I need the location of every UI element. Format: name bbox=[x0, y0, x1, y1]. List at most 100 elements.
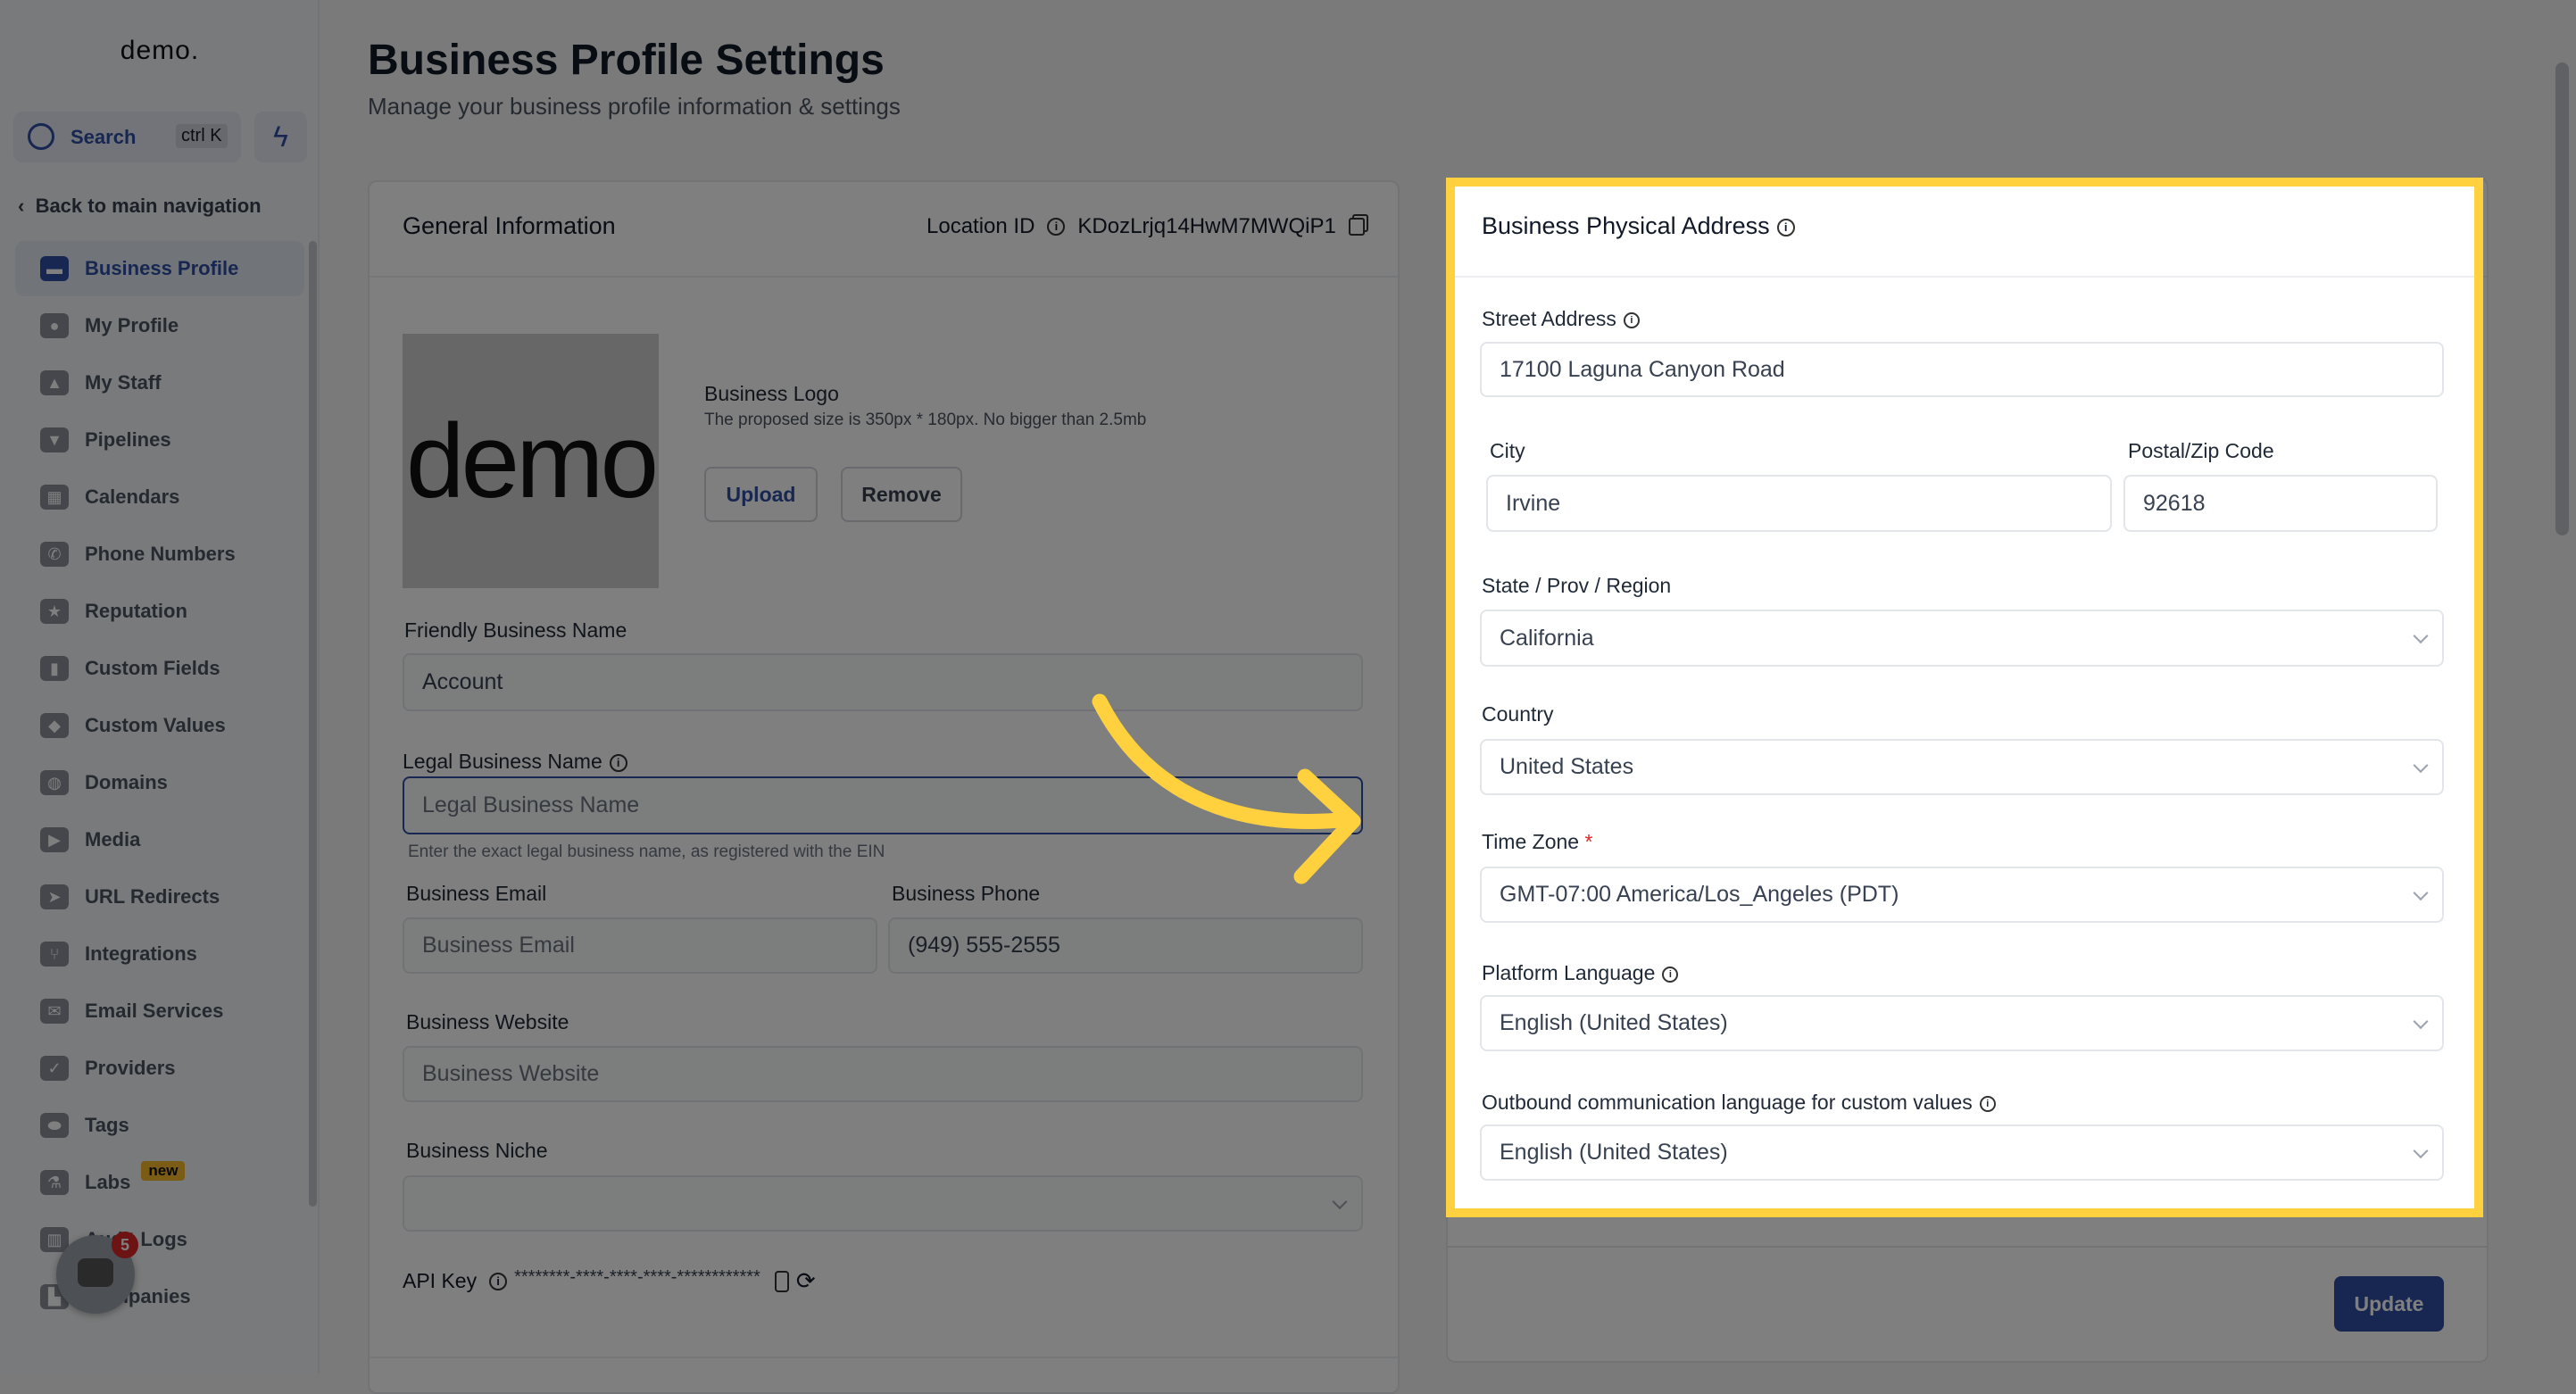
required-marker: * bbox=[1584, 830, 1593, 853]
sidebar-item-media[interactable]: ▶ Media bbox=[15, 812, 304, 867]
quick-actions-button[interactable]: ϟ bbox=[254, 112, 307, 162]
user-circle-icon: ● bbox=[40, 313, 69, 338]
chat-widget-button[interactable]: 5 bbox=[56, 1232, 138, 1314]
info-icon[interactable]: i bbox=[1662, 966, 1679, 983]
outbound-language-select[interactable]: English (United States) bbox=[1480, 1124, 2444, 1181]
api-key-row: API Key i ********-****-****-****-******… bbox=[403, 1267, 816, 1295]
sidebar-item-email-services[interactable]: ✉ Email Services bbox=[15, 983, 304, 1039]
copy-icon[interactable] bbox=[1348, 218, 1365, 236]
state-label: State / Prov / Region bbox=[1482, 574, 1672, 597]
lightning-icon: ϟ bbox=[273, 120, 288, 153]
tag-icon: ⬬ bbox=[40, 1113, 69, 1138]
timezone-select[interactable]: GMT-07:00 America/Los_Angeles (PDT) bbox=[1480, 867, 2444, 923]
sidebar-item-label: Phone Numbers bbox=[85, 543, 236, 565]
sidebar-item-custom-values[interactable]: ◆ Custom Values bbox=[15, 698, 304, 753]
page-title: Business Profile Settings bbox=[368, 37, 885, 84]
sidebar-item-providers[interactable]: ✓ Providers bbox=[15, 1041, 304, 1096]
info-icon[interactable]: i bbox=[1623, 311, 1640, 328]
zip-input[interactable]: 92618 bbox=[2123, 475, 2438, 532]
zip-label: Postal/Zip Code bbox=[2128, 439, 2274, 462]
info-icon[interactable]: i bbox=[1047, 218, 1066, 236]
back-to-main-navigation[interactable]: ‹ Back to main navigation bbox=[18, 195, 262, 218]
sidebar-item-url-redirects[interactable]: ➤ URL Redirects bbox=[15, 869, 304, 925]
logo-image-text: demo bbox=[405, 402, 659, 520]
business-logo-hint: The proposed size is 350px * 180px. No b… bbox=[704, 411, 1147, 429]
sidebar-item-reputation[interactable]: ★ Reputation bbox=[15, 584, 304, 639]
sidebar-item-label: Domains bbox=[85, 771, 168, 793]
sidebar-item-tags[interactable]: ⬬ Tags bbox=[15, 1098, 304, 1153]
country-select[interactable]: United States bbox=[1480, 739, 2444, 795]
card-divider bbox=[1448, 276, 2487, 278]
sidebar-item-label: Custom Fields bbox=[85, 657, 220, 679]
business-niche-select[interactable] bbox=[403, 1175, 1363, 1232]
address-title-text: Business Physical Address bbox=[1482, 212, 1770, 239]
calendar-icon: ▦ bbox=[40, 485, 69, 510]
sidebar-item-my-profile[interactable]: ● My Profile bbox=[15, 298, 304, 353]
legal-name-label-text: Legal Business Name bbox=[403, 750, 602, 773]
sidebar-item-custom-fields[interactable]: ▮ Custom Fields bbox=[15, 641, 304, 696]
app-logo: demo. bbox=[120, 36, 200, 65]
street-label-text: Street Address bbox=[1482, 307, 1616, 330]
timezone-value: GMT-07:00 America/Los_Angeles (PDT) bbox=[1500, 882, 1899, 907]
sidebar-item-my-staff[interactable]: ▲ My Staff bbox=[15, 355, 304, 411]
sidebar-item-labs[interactable]: ⚗ Labs new bbox=[15, 1155, 304, 1210]
friendly-name-input[interactable]: Account bbox=[403, 653, 1363, 711]
info-icon[interactable]: i bbox=[609, 753, 627, 772]
email-icon: ✉ bbox=[40, 999, 69, 1024]
legal-name-input[interactable]: Legal Business Name bbox=[403, 776, 1363, 834]
sidebar-item-label: Email Services bbox=[85, 1000, 224, 1022]
platform-language-select[interactable]: English (United States) bbox=[1480, 995, 2444, 1051]
business-email-input[interactable]: Business Email bbox=[403, 917, 877, 974]
city-input[interactable]: Irvine bbox=[1486, 475, 2112, 532]
user-icon: ▲ bbox=[40, 370, 69, 395]
outbound-language-label: Outbound communication language for cust… bbox=[1482, 1091, 1996, 1115]
sidebar-item-business-profile[interactable]: ▬ Business Profile bbox=[15, 241, 304, 296]
chevron-down-icon bbox=[1332, 1193, 1348, 1209]
search-button[interactable]: Search ctrl K bbox=[13, 112, 241, 162]
filter-icon: ▼ bbox=[40, 427, 69, 452]
diamond-icon: ◆ bbox=[40, 713, 69, 738]
search-label: Search bbox=[71, 126, 137, 148]
clipboard-icon: ✓ bbox=[40, 1056, 69, 1081]
sidebar-item-label: My Profile bbox=[85, 314, 179, 336]
clipboard-icon[interactable] bbox=[774, 1270, 789, 1292]
timezone-label: Time Zone * bbox=[1482, 830, 1592, 854]
sidebar-item-phone-numbers[interactable]: ✆ Phone Numbers bbox=[15, 527, 304, 582]
flask-icon: ⚗ bbox=[40, 1170, 69, 1195]
platform-language-label-text: Platform Language bbox=[1482, 961, 1656, 984]
business-email-label: Business Email bbox=[406, 882, 547, 905]
new-badge: new bbox=[141, 1161, 186, 1181]
info-icon[interactable]: i bbox=[1979, 1095, 1996, 1112]
sidebar-item-label: Labs bbox=[85, 1171, 131, 1193]
chevron-down-icon bbox=[2413, 1142, 2429, 1158]
info-icon[interactable]: i bbox=[489, 1272, 508, 1290]
sidebar-item-domains[interactable]: ◍ Domains bbox=[15, 755, 304, 810]
remove-button[interactable]: Remove bbox=[841, 467, 962, 522]
page-scrollbar[interactable] bbox=[2555, 62, 2569, 535]
card-divider bbox=[370, 276, 1398, 278]
info-icon[interactable]: i bbox=[1776, 218, 1795, 236]
update-button[interactable]: Update bbox=[2334, 1276, 2444, 1332]
chevron-down-icon bbox=[2413, 1013, 2429, 1029]
globe-icon: ◍ bbox=[40, 770, 69, 795]
location-id: Location ID i KDozLrjq14HwM7MWQiP1 bbox=[927, 214, 1365, 239]
bar-chart-icon: ▥ bbox=[40, 1227, 69, 1252]
sidebar-item-pipelines[interactable]: ▼ Pipelines bbox=[15, 412, 304, 468]
sidebar-item-label: URL Redirects bbox=[85, 885, 220, 908]
sidebar-scrollbar[interactable] bbox=[309, 241, 317, 1207]
sidebar-item-integrations[interactable]: ⑂ Integrations bbox=[15, 926, 304, 982]
general-information-title: General Information bbox=[403, 212, 616, 239]
street-address-input[interactable]: 17100 Laguna Canyon Road bbox=[1480, 342, 2444, 397]
card-divider bbox=[1448, 1246, 2487, 1248]
location-id-value: KDozLrjq14HwM7MWQiP1 bbox=[1077, 214, 1336, 238]
sidebar-item-calendars[interactable]: ▦ Calendars bbox=[15, 469, 304, 525]
country-value: United States bbox=[1500, 754, 1634, 779]
business-phone-input[interactable]: (949) 555-2555 bbox=[888, 917, 1363, 974]
business-website-input[interactable]: Business Website bbox=[403, 1046, 1363, 1102]
fields-icon: ▮ bbox=[40, 656, 69, 681]
sidebar-item-label: My Staff bbox=[85, 371, 162, 394]
state-select[interactable]: California bbox=[1480, 610, 2444, 667]
sidebar-item-label: Pipelines bbox=[85, 428, 171, 451]
upload-button[interactable]: Upload bbox=[704, 467, 818, 522]
refresh-icon[interactable]: ⟳ bbox=[796, 1267, 816, 1295]
